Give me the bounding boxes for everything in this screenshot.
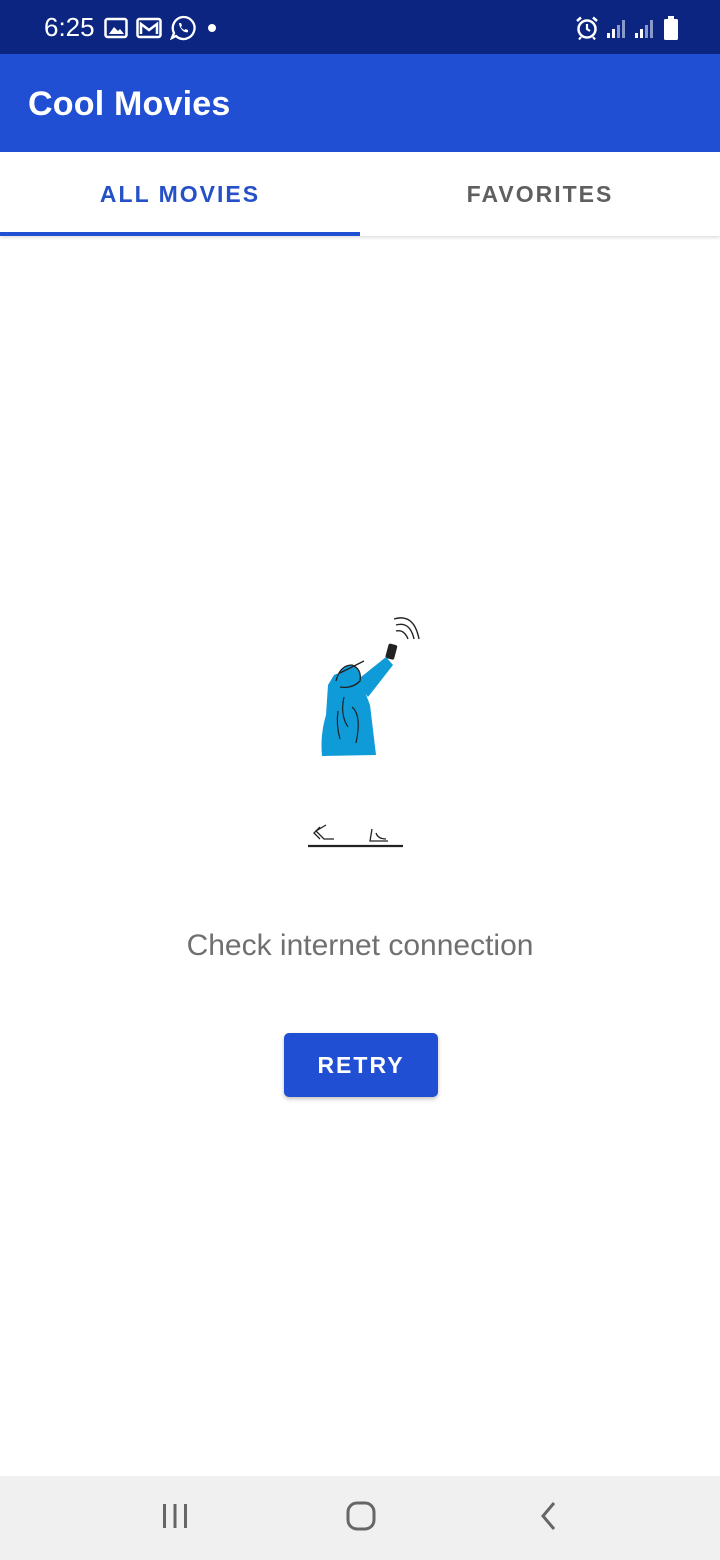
tab-bar: ALL MOVIES FAVORITES [0,152,720,236]
back-icon [538,1500,560,1537]
notification-dot-icon [204,20,220,36]
retry-button[interactable]: RETRY [284,1033,438,1097]
back-button[interactable] [519,1494,579,1542]
status-bar: 6:25 [0,0,720,54]
status-time: 6:25 [44,12,95,42]
status-left-icons [104,14,220,42]
tab-favorites[interactable]: FAVORITES [360,152,720,236]
no-connection-illustration [290,615,430,855]
signal-icon [606,17,628,39]
tab-all-movies[interactable]: ALL MOVIES [0,152,360,236]
recents-button[interactable] [145,1494,205,1542]
signal-icon [634,17,656,39]
tab-selected-indicator [0,232,360,236]
app-title: Cool Movies [28,85,231,123]
app-bar: Cool Movies [0,54,720,152]
whatsapp-icon [170,15,196,41]
home-icon [345,1500,377,1537]
battery-icon [662,15,680,41]
recents-icon [160,1502,190,1535]
gallery-icon [104,17,128,39]
gmail-icon [136,17,162,39]
navigation-bar [0,1476,720,1560]
error-message: Check internet connection [186,929,534,962]
status-right-icons [574,14,680,42]
alarm-icon [574,15,600,41]
home-button[interactable] [331,1494,391,1542]
